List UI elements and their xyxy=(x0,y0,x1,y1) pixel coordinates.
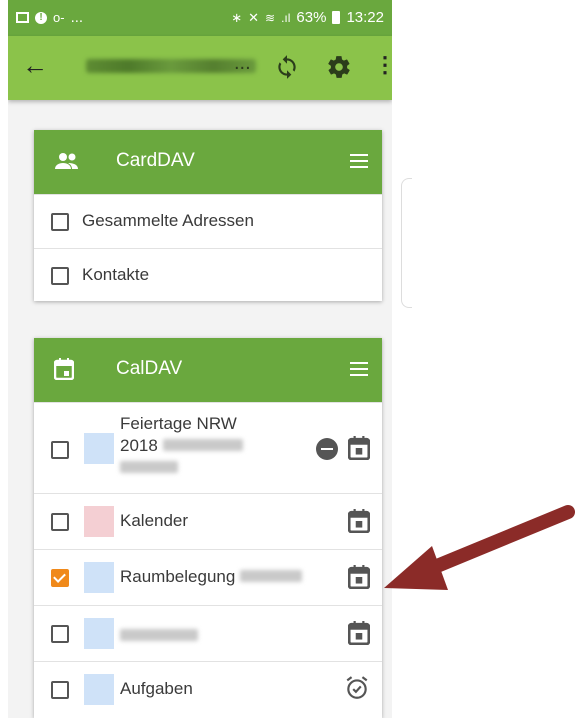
people-icon xyxy=(54,150,80,177)
color-swatch xyxy=(84,618,114,649)
phone-screen: ! o- ... ∗ ✕ ≋ .ıl 63% 13:22 ← ... ⋮ Car… xyxy=(8,0,392,718)
list-item[interactable]: Kontakte xyxy=(34,248,382,302)
item-label-line3 xyxy=(120,457,243,479)
item-label-line1: Feiertage NRW xyxy=(120,414,237,433)
battery-percent: 63% xyxy=(296,9,327,26)
color-swatch xyxy=(84,674,114,705)
battery-icon xyxy=(332,11,341,24)
arrow-back-icon[interactable]: ← xyxy=(22,50,48,81)
app-title-ellipsis: ... xyxy=(234,52,251,74)
item-label: Raumbelegung xyxy=(120,567,303,587)
caldav-card: CalDAV Feiertage NRW 2018 Kalender Raumb… xyxy=(34,338,382,718)
redacted-text xyxy=(120,461,178,473)
status-bar: ! o- ... ∗ ✕ ≋ .ıl 63% 13:22 xyxy=(8,0,392,36)
calendar-icon[interactable] xyxy=(347,621,371,650)
redacted-text xyxy=(240,570,303,582)
checkbox[interactable] xyxy=(51,513,69,531)
redacted-text xyxy=(120,629,198,641)
calendar-icon[interactable] xyxy=(347,509,371,538)
carddav-title: CardDAV xyxy=(116,150,195,171)
checkbox[interactable] xyxy=(51,681,69,699)
item-label: Feiertage NRW 2018 xyxy=(120,413,243,479)
menu-icon[interactable] xyxy=(350,154,368,173)
settings-icon[interactable] xyxy=(326,54,352,85)
checkbox-checked[interactable] xyxy=(51,569,69,587)
list-item[interactable] xyxy=(34,605,382,661)
checkbox[interactable] xyxy=(51,267,69,285)
carddav-header: CardDAV xyxy=(34,130,382,194)
calendar-icon[interactable] xyxy=(347,565,371,594)
alarm-icon[interactable] xyxy=(344,675,370,706)
item-label: Aufgaben xyxy=(120,679,193,698)
status-ellipsis: ... xyxy=(70,9,84,26)
more-icon[interactable]: ⋮ xyxy=(374,52,392,78)
list-item[interactable]: Kalender xyxy=(34,493,382,549)
remove-icon[interactable] xyxy=(316,438,338,460)
color-swatch xyxy=(84,433,114,464)
list-item[interactable]: Raumbelegung xyxy=(34,549,382,605)
item-label: Gesammelte Adressen xyxy=(82,211,254,230)
sync-icon[interactable] xyxy=(274,54,300,85)
redacted-text xyxy=(162,439,243,451)
item-label-text: Raumbelegung xyxy=(120,567,236,586)
wifi-icon: ≋ xyxy=(265,10,276,25)
item-label-year: 2018 xyxy=(120,436,158,455)
menu-icon[interactable] xyxy=(350,362,368,381)
side-card-edge xyxy=(401,178,412,308)
signal-icon: .ıl xyxy=(281,10,291,25)
item-label: Kalender xyxy=(120,511,189,530)
alert-icon: ! xyxy=(35,11,47,24)
caldav-header: CalDAV xyxy=(34,338,382,402)
checkbox[interactable] xyxy=(51,625,69,643)
image-icon xyxy=(16,12,29,23)
color-swatch xyxy=(84,506,114,537)
list-item[interactable]: Gesammelte Adressen xyxy=(34,194,382,248)
app-title-blurred xyxy=(86,59,256,73)
item-label-line2: 2018 xyxy=(120,435,243,457)
checkbox[interactable] xyxy=(51,213,69,231)
status-left: ! o- ... xyxy=(16,9,83,26)
key-icon: o- xyxy=(53,10,65,25)
carddav-card: CardDAV Gesammelte Adressen Kontakte xyxy=(34,130,382,301)
caldav-title: CalDAV xyxy=(116,358,183,379)
calendar-icon[interactable] xyxy=(347,436,371,465)
mute-icon: ✕ xyxy=(248,9,260,25)
app-bar: ← ... ⋮ xyxy=(8,36,392,100)
item-label xyxy=(120,626,198,646)
bluetooth-icon: ∗ xyxy=(231,9,243,25)
calendar-icon xyxy=(53,358,75,385)
checkbox[interactable] xyxy=(51,441,69,459)
clock: 13:22 xyxy=(346,9,384,26)
status-right: ∗ ✕ ≋ .ıl 63% 13:22 xyxy=(231,9,384,26)
list-item[interactable]: Feiertage NRW 2018 xyxy=(34,402,382,493)
item-label: Kontakte xyxy=(82,265,150,284)
color-swatch xyxy=(84,562,114,593)
list-item[interactable]: Aufgaben xyxy=(34,661,382,717)
